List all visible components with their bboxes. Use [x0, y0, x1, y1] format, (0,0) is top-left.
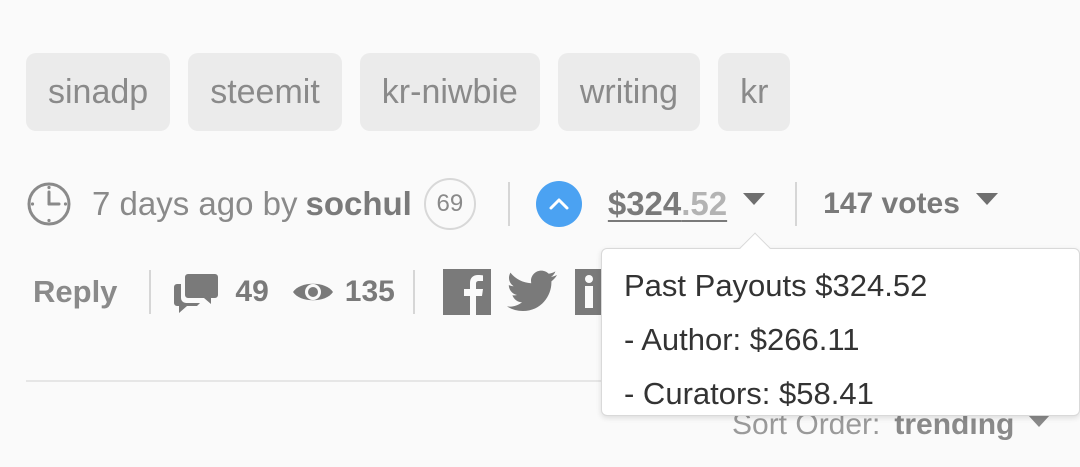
separator [795, 182, 798, 226]
tag-sinadp[interactable]: sinadp [26, 53, 171, 131]
share-buttons [442, 269, 605, 315]
tag-list: sinadp steemit kr-niwbie writing kr [26, 53, 791, 131]
payout-cents: .52 [681, 185, 728, 222]
post-timestamp[interactable]: 7 days ago by [92, 185, 297, 223]
upvote-icon [549, 198, 569, 210]
reputation-badge: 69 [423, 178, 476, 230]
post-meta: 7 days ago by sochul 69 $324.52 147 vote… [26, 175, 998, 233]
curators-payout-line: - Curators: $58.41 [624, 376, 874, 411]
author-link[interactable]: sochul [305, 185, 411, 223]
twitter-icon[interactable] [506, 269, 559, 315]
separator [507, 182, 510, 226]
views-count: 135 [344, 275, 395, 308]
separator [412, 270, 415, 314]
tag-kr[interactable]: kr [718, 53, 791, 131]
tag-writing[interactable]: writing [557, 53, 701, 131]
facebook-icon[interactable] [442, 269, 491, 315]
comments-icon[interactable] [173, 270, 219, 314]
comments-count: 49 [235, 275, 269, 308]
eye-icon [292, 283, 333, 301]
post-footer: sinadp steemit kr-niwbie writing kr 7 da… [0, 0, 1080, 467]
payout-amount[interactable]: $324.52 [608, 185, 727, 223]
author-payout-line: - Author: $266.11 [624, 322, 860, 357]
payout-tooltip: Past Payouts $324.52 - Author: $266.11 -… [601, 232, 1080, 416]
post-actions: Reply 49 135 [33, 264, 605, 320]
payout-caret-down-icon[interactable] [743, 193, 766, 205]
time-ago-text: 7 days ago by [92, 185, 298, 222]
separator [149, 270, 152, 314]
votes-count[interactable]: 147 votes [823, 187, 960, 221]
past-payouts-line: Past Payouts $324.52 [624, 268, 928, 303]
tag-steemit[interactable]: steemit [188, 53, 342, 131]
upvote-button[interactable] [535, 181, 582, 227]
tag-kr-niwbie[interactable]: kr-niwbie [359, 53, 540, 131]
clock-icon [27, 182, 71, 226]
reply-button[interactable]: Reply [33, 274, 117, 310]
votes-caret-down-icon[interactable] [975, 193, 998, 205]
payout-whole: $324 [607, 185, 682, 222]
